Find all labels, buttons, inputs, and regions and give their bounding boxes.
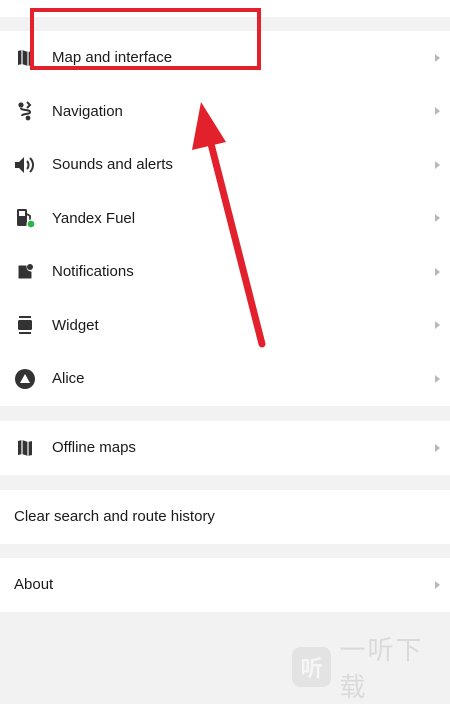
settings-screen: Map and interface Navigation Sounds and … xyxy=(0,0,450,702)
watermark: 听 一听下载 xyxy=(292,630,450,704)
annotation-arrow xyxy=(192,102,266,348)
watermark-text: 一听下载 xyxy=(339,635,424,702)
watermark-badge: 听 xyxy=(292,647,332,687)
